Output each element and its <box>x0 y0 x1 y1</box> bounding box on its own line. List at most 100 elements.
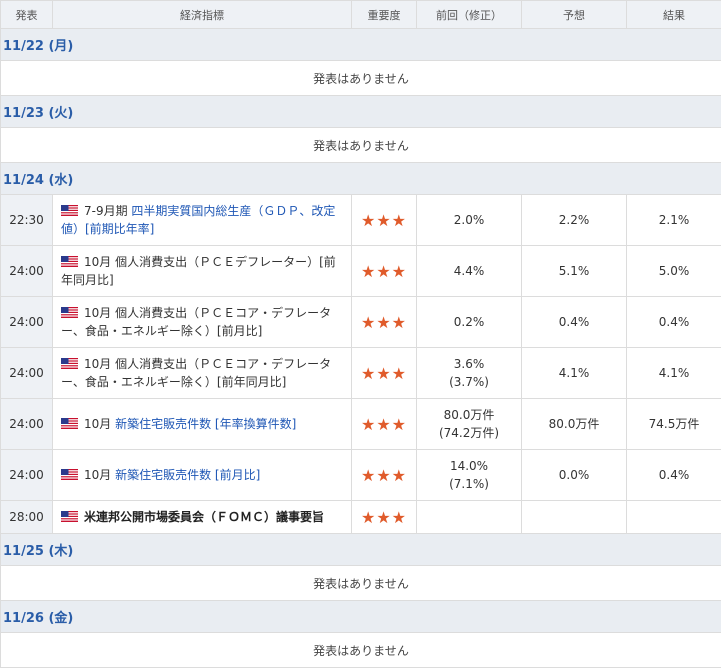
col-forecast-header[interactable]: 予想 <box>522 1 627 29</box>
date-row: 11/26 (金) <box>1 601 721 633</box>
prev-value <box>417 501 522 534</box>
result-value: 74.5万件 <box>627 399 721 450</box>
event-prefix: 米連邦公開市場委員会（ＦＯＭＣ）議事要旨 <box>84 510 324 524</box>
event-prefix: 10月 <box>84 417 115 431</box>
no-event-text: 発表はありません <box>1 128 721 163</box>
forecast-value: 0.4% <box>522 297 627 348</box>
result-value: 0.4% <box>627 297 721 348</box>
calendar-table: 発表 経済指標 重要度 前回（修正） 予想 結果 11/22 (月) 発表はあり… <box>0 0 721 668</box>
prev-value: 14.0% (7.1%) <box>417 450 522 501</box>
us-flag-icon <box>61 418 78 429</box>
event-prefix: 10月 個人消費支出（ＰＣＥデフレーター）[前年同月比] <box>61 255 336 287</box>
forecast-value: 2.2% <box>522 195 627 246</box>
result-value: 2.1% <box>627 195 721 246</box>
date-row: 11/23 (火) <box>1 96 721 128</box>
importance-stars: ★★★ <box>352 348 417 399</box>
event-name: 10月 個人消費支出（ＰＣＥデフレーター）[前年同月比] <box>53 246 352 297</box>
forecast-value: 5.1% <box>522 246 627 297</box>
prev-main: 14.0% <box>450 459 488 473</box>
event-prefix: 7-9月期 <box>84 204 131 218</box>
event-row: 28:00 米連邦公開市場委員会（ＦＯＭＣ）議事要旨 ★★★ <box>1 501 721 534</box>
event-time: 24:00 <box>1 348 53 399</box>
event-prefix: 10月 <box>84 468 115 482</box>
prev-revised: (7.1%) <box>449 477 489 491</box>
col-importance-header[interactable]: 重要度 <box>352 1 417 29</box>
col-result-header[interactable]: 結果 <box>627 1 721 29</box>
prev-value: 80.0万件 (74.2万件) <box>417 399 522 450</box>
event-prefix: 10月 個人消費支出（ＰＣＥコア・デフレーター、食品・エネルギー除く）[前年同月… <box>61 357 331 389</box>
result-value <box>627 501 721 534</box>
event-name: 7-9月期 四半期実質国内総生産（ＧＤＰ、改定値）[前期比年率] <box>53 195 352 246</box>
event-prefix: 10月 個人消費支出（ＰＣＥコア・デフレーター、食品・エネルギー除く）[前月比] <box>61 306 331 338</box>
us-flag-icon <box>61 205 78 216</box>
event-time: 24:00 <box>1 399 53 450</box>
no-event-row: 発表はありません <box>1 633 721 668</box>
date-label: 11/26 (金) <box>1 601 721 633</box>
us-flag-icon <box>61 511 78 522</box>
event-name: 10月 新築住宅販売件数 [前月比] <box>53 450 352 501</box>
event-time: 28:00 <box>1 501 53 534</box>
col-name-header[interactable]: 経済指標 <box>53 1 352 29</box>
prev-main: 0.2% <box>454 315 485 329</box>
date-label: 11/23 (火) <box>1 96 721 128</box>
no-event-text: 発表はありません <box>1 633 721 668</box>
no-event-text: 発表はありません <box>1 61 721 96</box>
event-name: 10月 個人消費支出（ＰＣＥコア・デフレーター、食品・エネルギー除く）[前月比] <box>53 297 352 348</box>
prev-revised: (74.2万件) <box>439 426 499 440</box>
event-row: 24:00 10月 新築住宅販売件数 [前月比] ★★★ 14.0% (7.1%)… <box>1 450 721 501</box>
us-flag-icon <box>61 469 78 480</box>
event-link[interactable]: 新築住宅販売件数 [前月比] <box>115 468 260 482</box>
event-row: 24:00 10月 個人消費支出（ＰＣＥコア・デフレーター、食品・エネルギー除く… <box>1 297 721 348</box>
importance-stars: ★★★ <box>352 450 417 501</box>
importance-stars: ★★★ <box>352 501 417 534</box>
no-event-text: 発表はありません <box>1 566 721 601</box>
date-label: 11/25 (木) <box>1 534 721 566</box>
importance-stars: ★★★ <box>352 195 417 246</box>
event-row: 22:30 7-9月期 四半期実質国内総生産（ＧＤＰ、改定値）[前期比年率] ★… <box>1 195 721 246</box>
us-flag-icon <box>61 358 78 369</box>
prev-value: 0.2% <box>417 297 522 348</box>
event-row: 24:00 10月 個人消費支出（ＰＣＥコア・デフレーター、食品・エネルギー除く… <box>1 348 721 399</box>
prev-main: 3.6% <box>454 357 485 371</box>
prev-main: 2.0% <box>454 213 485 227</box>
no-event-row: 発表はありません <box>1 128 721 163</box>
forecast-value: 0.0% <box>522 450 627 501</box>
importance-stars: ★★★ <box>352 399 417 450</box>
forecast-value <box>522 501 627 534</box>
event-name: 米連邦公開市場委員会（ＦＯＭＣ）議事要旨 <box>53 501 352 534</box>
col-prev-header[interactable]: 前回（修正） <box>417 1 522 29</box>
prev-main: 80.0万件 <box>444 408 495 422</box>
result-value: 4.1% <box>627 348 721 399</box>
prev-value: 3.6% (3.7%) <box>417 348 522 399</box>
event-row: 24:00 10月 個人消費支出（ＰＣＥデフレーター）[前年同月比] ★★★ 4… <box>1 246 721 297</box>
prev-revised: (3.7%) <box>449 375 489 389</box>
result-value: 5.0% <box>627 246 721 297</box>
date-row: 11/25 (木) <box>1 534 721 566</box>
forecast-value: 4.1% <box>522 348 627 399</box>
col-time-header[interactable]: 発表 <box>1 1 53 29</box>
prev-main: 4.4% <box>454 264 485 278</box>
header-row: 発表 経済指標 重要度 前回（修正） 予想 結果 <box>1 1 721 29</box>
event-time: 24:00 <box>1 246 53 297</box>
event-time: 24:00 <box>1 450 53 501</box>
event-name: 10月 個人消費支出（ＰＣＥコア・デフレーター、食品・エネルギー除く）[前年同月… <box>53 348 352 399</box>
result-value: 0.4% <box>627 450 721 501</box>
event-time: 24:00 <box>1 297 53 348</box>
date-row: 11/24 (水) <box>1 163 721 195</box>
forecast-value: 80.0万件 <box>522 399 627 450</box>
event-link[interactable]: 新築住宅販売件数 [年率換算件数] <box>115 417 296 431</box>
date-row: 11/22 (月) <box>1 29 721 61</box>
importance-stars: ★★★ <box>352 297 417 348</box>
importance-stars: ★★★ <box>352 246 417 297</box>
event-time: 22:30 <box>1 195 53 246</box>
us-flag-icon <box>61 256 78 267</box>
us-flag-icon <box>61 307 78 318</box>
event-name: 10月 新築住宅販売件数 [年率換算件数] <box>53 399 352 450</box>
no-event-row: 発表はありません <box>1 566 721 601</box>
no-event-row: 発表はありません <box>1 61 721 96</box>
date-label: 11/22 (月) <box>1 29 721 61</box>
event-row: 24:00 10月 新築住宅販売件数 [年率換算件数] ★★★ 80.0万件 (7… <box>1 399 721 450</box>
date-label: 11/24 (水) <box>1 163 721 195</box>
prev-value: 2.0% <box>417 195 522 246</box>
prev-value: 4.4% <box>417 246 522 297</box>
